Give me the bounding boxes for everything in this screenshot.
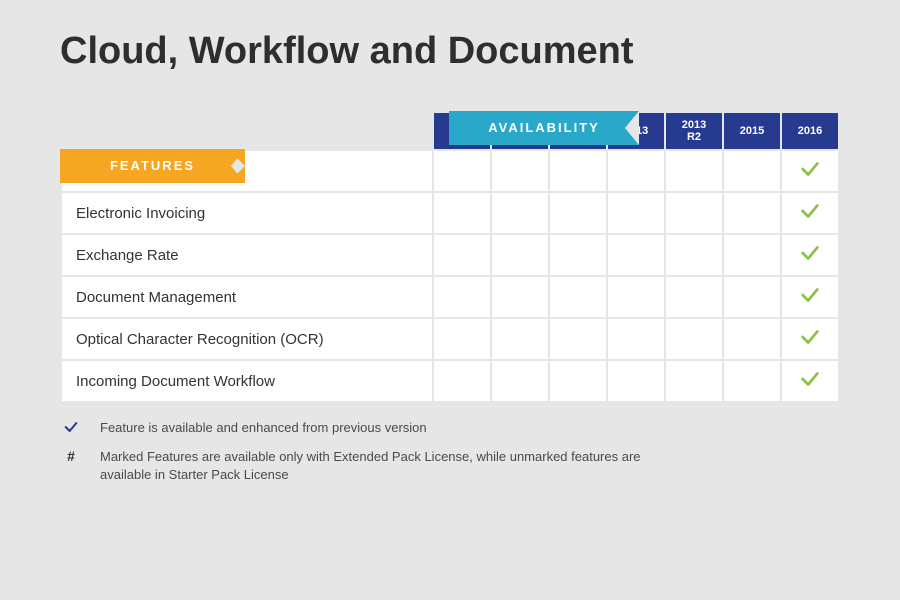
availability-cell: [724, 277, 780, 317]
feature-name: Exchange Rate: [62, 235, 432, 275]
check-icon: [799, 167, 821, 184]
availability-cell: [782, 235, 838, 275]
availability-cell: [434, 193, 490, 233]
features-ribbon: FEATURES: [60, 149, 245, 183]
availability-cell: [434, 235, 490, 275]
table-row: Exchange Rate: [62, 235, 838, 275]
availability-cell: [492, 193, 548, 233]
availability-cell: [724, 361, 780, 401]
availability-ribbon: AVAILABILITY: [449, 111, 639, 145]
version-header: 2015: [724, 113, 780, 149]
feature-name: Optical Character Recognition (OCR): [62, 319, 432, 359]
availability-cell: [550, 235, 606, 275]
availability-cell: [550, 277, 606, 317]
availability-ribbon-label: AVAILABILITY: [488, 120, 600, 135]
legend-row-hash: # Marked Features are available only wit…: [60, 448, 840, 484]
availability-cell: [608, 277, 664, 317]
check-icon: [799, 377, 821, 394]
version-header: 2016: [782, 113, 838, 149]
availability-cell: [724, 319, 780, 359]
availability-cell: [492, 277, 548, 317]
availability-cell: [492, 235, 548, 275]
availability-cell: [550, 151, 606, 191]
check-icon: [799, 251, 821, 268]
availability-cell: [608, 361, 664, 401]
table-row: Document Management: [62, 277, 838, 317]
features-ribbon-label: FEATURES: [110, 158, 195, 173]
feature-name: Incoming Document Workflow: [62, 361, 432, 401]
availability-cell: [550, 319, 606, 359]
table-row: Optical Character Recognition (OCR): [62, 319, 838, 359]
availability-cell: [724, 151, 780, 191]
hash-icon: #: [60, 448, 82, 464]
table-row: Electronic Invoicing: [62, 193, 838, 233]
feature-name: Document Management: [62, 277, 432, 317]
check-icon: [799, 335, 821, 352]
availability-cell: [434, 151, 490, 191]
availability-cell: [434, 361, 490, 401]
availability-cell: [608, 235, 664, 275]
feature-name: Electronic Invoicing: [62, 193, 432, 233]
availability-cell: [608, 151, 664, 191]
availability-cell: [434, 319, 490, 359]
check-icon: [60, 419, 82, 438]
availability-cell: [492, 151, 548, 191]
availability-cell: [782, 361, 838, 401]
availability-cell: [608, 319, 664, 359]
availability-cell: [724, 193, 780, 233]
version-header: 2013R2: [666, 113, 722, 149]
availability-cell: [666, 277, 722, 317]
legend-row-check: Feature is available and enhanced from p…: [60, 419, 840, 438]
availability-cell: [782, 319, 838, 359]
page-title: Cloud, Workflow and Document: [60, 30, 840, 73]
availability-cell: [782, 193, 838, 233]
availability-cell: [666, 361, 722, 401]
availability-cell: [550, 361, 606, 401]
availability-cell: [492, 361, 548, 401]
availability-cell: [724, 235, 780, 275]
feature-matrix: AVAILABILITY FEATURES 4.05.0200920132013…: [60, 111, 840, 403]
feature-column-header: [62, 113, 432, 149]
legend-text-hash: Marked Features are available only with …: [100, 448, 660, 484]
table-row: Incoming Document Workflow: [62, 361, 838, 401]
availability-cell: [666, 319, 722, 359]
legend: Feature is available and enhanced from p…: [60, 419, 840, 484]
availability-cell: [666, 193, 722, 233]
availability-cell: [434, 277, 490, 317]
availability-cell: [782, 277, 838, 317]
availability-cell: [666, 235, 722, 275]
availability-cell: [550, 193, 606, 233]
check-icon: [799, 209, 821, 226]
legend-text-check: Feature is available and enhanced from p…: [100, 419, 427, 437]
availability-cell: [782, 151, 838, 191]
check-icon: [799, 293, 821, 310]
availability-cell: [608, 193, 664, 233]
availability-cell: [492, 319, 548, 359]
availability-cell: [666, 151, 722, 191]
